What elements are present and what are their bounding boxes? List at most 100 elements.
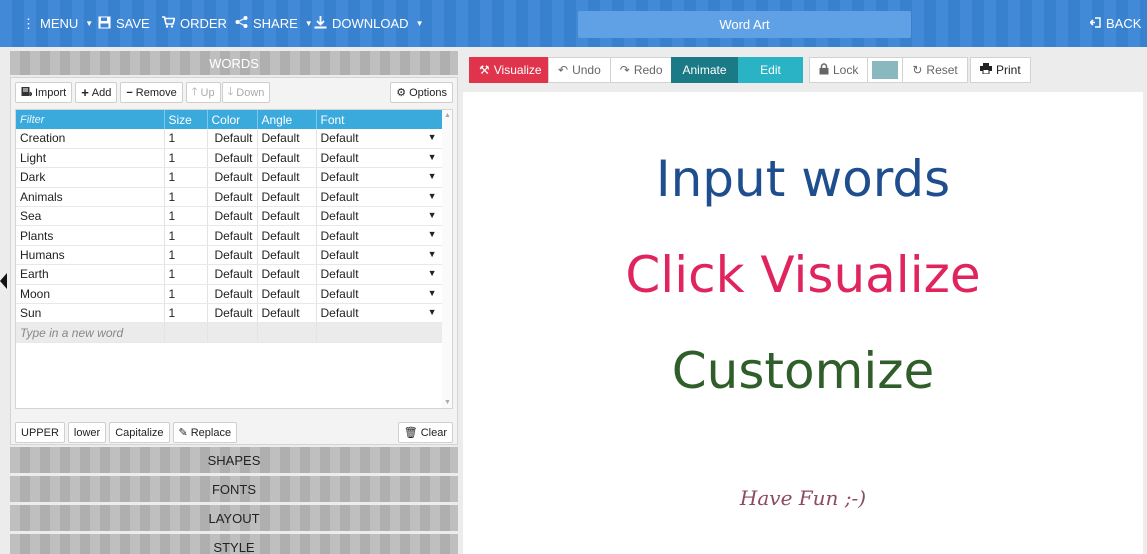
background-color-picker[interactable] (868, 57, 904, 83)
scroll-up-icon[interactable]: ▲ (444, 112, 451, 119)
size-cell[interactable]: 1 (164, 264, 208, 285)
font-cell[interactable]: Default ▼ (316, 245, 444, 266)
column-font[interactable]: Font (316, 110, 444, 129)
angle-cell[interactable]: Default (257, 129, 317, 149)
font-dropdown-icon[interactable]: ▼ (428, 152, 437, 162)
color-cell[interactable]: Default (207, 206, 258, 227)
table-row[interactable]: Creation 1 Default Default Default ▼ (16, 129, 444, 149)
clear-button[interactable]: 🗑 Clear (397, 422, 453, 443)
angle-cell[interactable]: Default (257, 167, 317, 188)
word-cell[interactable]: Sea (16, 206, 165, 227)
table-row[interactable]: Animals 1 Default Default Default ▼ (16, 187, 444, 208)
column-color[interactable]: Color (207, 110, 258, 129)
column-size[interactable]: Size (164, 110, 208, 129)
word-cell[interactable]: Dark (16, 167, 165, 188)
scroll-down-icon[interactable]: ▼ (444, 399, 451, 406)
size-cell[interactable]: 1 (164, 303, 208, 324)
move-down-button[interactable]: 🡓 Down (221, 82, 271, 103)
lowercase-button[interactable]: lower (67, 422, 107, 443)
style-section-header[interactable]: STYLE (10, 534, 458, 554)
column-angle[interactable]: Angle (257, 110, 317, 129)
angle-cell[interactable]: Default (257, 303, 317, 324)
visualize-button[interactable]: ⚒ Visualize (469, 57, 552, 83)
color-cell[interactable]: Default (207, 245, 258, 266)
table-row[interactable]: Dark 1 Default Default Default ▼ (16, 167, 444, 188)
word-cell[interactable]: Earth (16, 264, 165, 285)
lock-button[interactable]: Lock (809, 57, 869, 83)
remove-button[interactable]: − Remove (120, 82, 183, 103)
font-dropdown-icon[interactable]: ▼ (428, 288, 437, 298)
word-cell[interactable]: Light (16, 148, 165, 169)
document-title[interactable]: Word Art (578, 11, 911, 38)
font-cell[interactable]: Default ▼ (316, 225, 444, 246)
font-dropdown-icon[interactable]: ▼ (428, 268, 437, 278)
download-button[interactable]: DOWNLOAD ▼ (314, 0, 423, 47)
table-row[interactable]: Earth 1 Default Default Default ▼ (16, 264, 444, 285)
table-row[interactable]: Humans 1 Default Default Default ▼ (16, 245, 444, 266)
table-row[interactable]: Sea 1 Default Default Default ▼ (16, 206, 444, 227)
collapse-arrow-icon[interactable] (0, 273, 7, 289)
font-cell[interactable]: Default ▼ (316, 167, 444, 188)
animate-button[interactable]: Animate (671, 57, 738, 83)
add-button[interactable]: + Add (75, 82, 118, 103)
color-cell[interactable]: Default (207, 129, 258, 149)
angle-cell[interactable]: Default (257, 225, 317, 246)
angle-cell[interactable]: Default (257, 187, 317, 208)
font-cell[interactable]: Default ▼ (316, 187, 444, 208)
word-cell[interactable]: Moon (16, 284, 165, 305)
uppercase-button[interactable]: UPPER (15, 422, 65, 443)
font-cell[interactable]: Default ▼ (316, 206, 444, 227)
size-cell[interactable]: 1 (164, 187, 208, 208)
size-cell[interactable]: 1 (164, 167, 208, 188)
font-dropdown-icon[interactable]: ▼ (428, 132, 437, 142)
share-button[interactable]: SHARE ▼ (235, 0, 313, 47)
table-scrollbar[interactable]: ▲ ▼ (442, 110, 452, 408)
move-up-button[interactable]: 🡑 Up (185, 82, 221, 103)
back-button[interactable]: BACK (1089, 0, 1141, 47)
new-word-input[interactable]: Type in a new word (16, 322, 165, 343)
color-cell[interactable]: Default (207, 225, 258, 246)
word-cell[interactable]: Animals (16, 187, 165, 208)
save-button[interactable]: SAVE (98, 0, 150, 47)
options-button[interactable]: ⚙ Options (390, 82, 453, 103)
new-word-row[interactable]: Type in a new word (16, 322, 444, 343)
size-cell[interactable]: 1 (164, 284, 208, 305)
redo-button[interactable]: ↷ Redo (610, 57, 673, 83)
color-cell[interactable]: Default (207, 187, 258, 208)
color-cell[interactable]: Default (207, 148, 258, 169)
font-cell[interactable]: Default ▼ (316, 284, 444, 305)
word-cell[interactable]: Sun (16, 303, 165, 324)
angle-cell[interactable]: Default (257, 284, 317, 305)
size-cell[interactable]: 1 (164, 148, 208, 169)
edit-button[interactable]: Edit (738, 57, 803, 83)
size-cell[interactable]: 1 (164, 245, 208, 266)
font-dropdown-icon[interactable]: ▼ (428, 307, 437, 317)
color-cell[interactable]: Default (207, 264, 258, 285)
word-cell[interactable]: Humans (16, 245, 165, 266)
layout-section-header[interactable]: LAYOUT (10, 505, 458, 531)
angle-cell[interactable]: Default (257, 245, 317, 266)
color-cell[interactable]: Default (207, 284, 258, 305)
word-cell[interactable]: Plants (16, 225, 165, 246)
font-cell[interactable]: Default ▼ (316, 129, 444, 149)
font-cell[interactable]: Default ▼ (316, 264, 444, 285)
replace-button[interactable]: ✎ Replace (172, 422, 238, 443)
undo-button[interactable]: ↶ Undo (548, 57, 611, 83)
angle-cell[interactable]: Default (257, 206, 317, 227)
filter-input[interactable]: Filter (16, 110, 165, 129)
print-button[interactable]: Print (970, 57, 1031, 83)
font-dropdown-icon[interactable]: ▼ (428, 191, 437, 201)
font-dropdown-icon[interactable]: ▼ (428, 249, 437, 259)
word-cell[interactable]: Creation (16, 129, 165, 149)
table-row[interactable]: Plants 1 Default Default Default ▼ (16, 225, 444, 246)
fonts-section-header[interactable]: FONTS (10, 476, 458, 502)
table-row[interactable]: Light 1 Default Default Default ▼ (16, 148, 444, 169)
menu-button[interactable]: ⋮ MENU ▼ (22, 0, 93, 47)
font-cell[interactable]: Default ▼ (316, 303, 444, 324)
angle-cell[interactable]: Default (257, 264, 317, 285)
size-cell[interactable]: 1 (164, 129, 208, 149)
angle-cell[interactable]: Default (257, 148, 317, 169)
words-section-header[interactable]: WORDS (10, 51, 458, 75)
word-art-canvas[interactable]: Input words Click Visualize Customize Ha… (463, 92, 1143, 554)
reset-button[interactable]: ↻ Reset (903, 57, 968, 83)
